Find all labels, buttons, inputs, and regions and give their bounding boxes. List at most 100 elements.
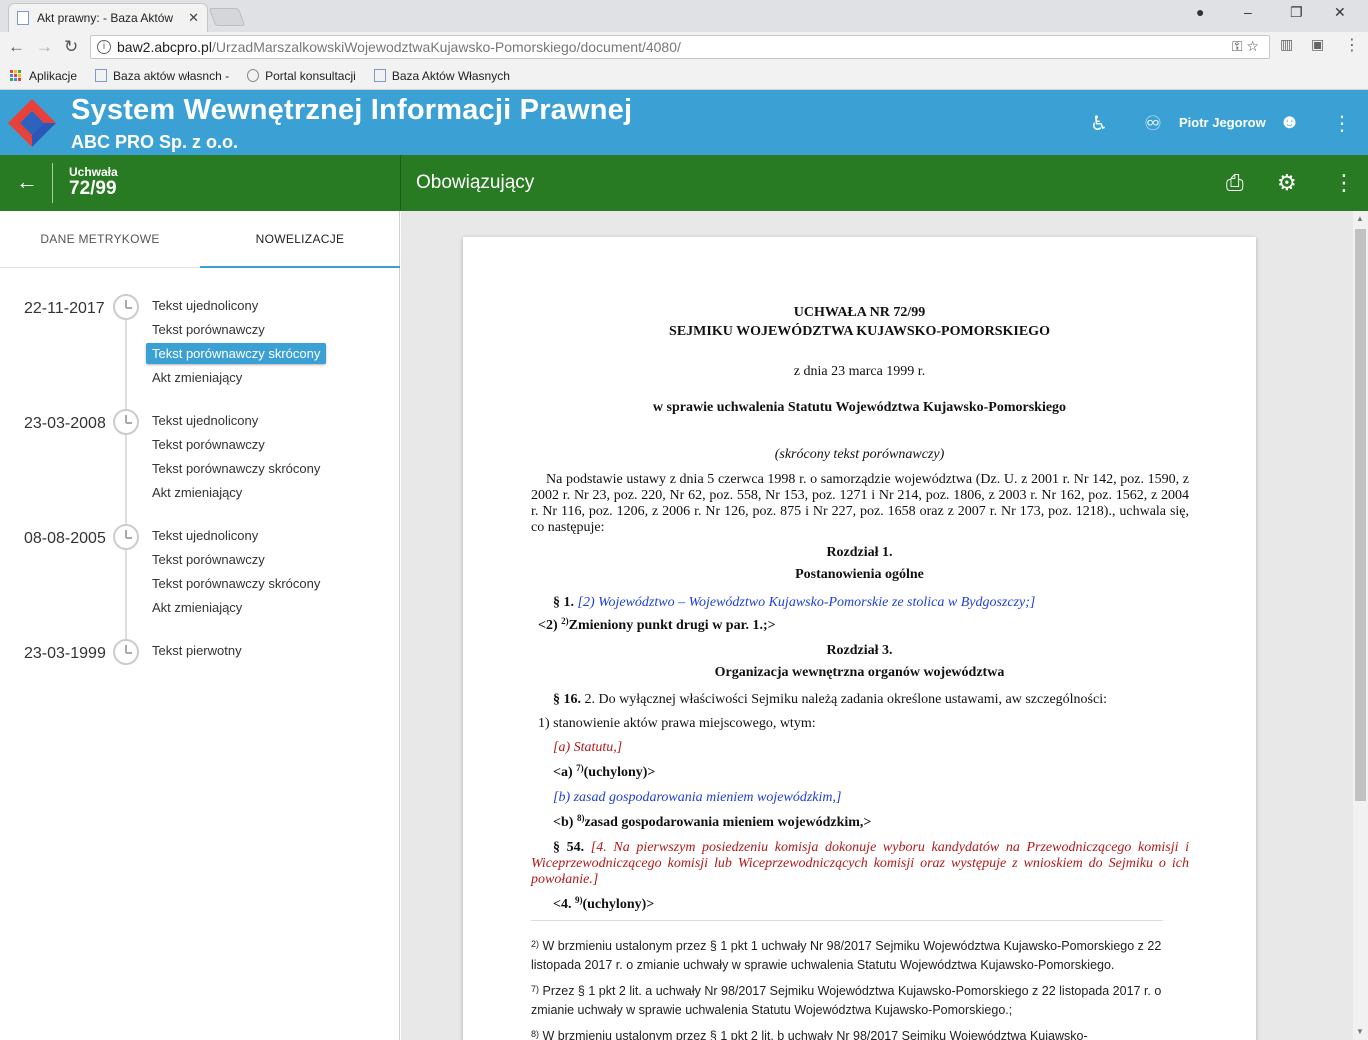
- document-status: Obowiązujący: [416, 172, 535, 193]
- footnote-ref[interactable]: 8): [577, 813, 585, 823]
- document-viewer: UCHWAŁA NR 72/99 SEJMIKU WOJEWÓDZTWA KUJ…: [401, 211, 1353, 1040]
- clock-icon: [113, 639, 139, 665]
- bookmark-baza-aktow-wlasnych[interactable]: Baza Aktów Własnych: [373, 68, 510, 83]
- scrollbar-thumb[interactable]: [1355, 229, 1366, 801]
- paragraph-16-change-b: <b) 8)zasad gospodarowania mieniem wojew…: [553, 813, 871, 831]
- added-text: Zmieniony punkt drugi w par. 1.;>: [568, 618, 776, 633]
- left-panel: DANE METRYKOWE NOWELIZACJE 22-11-2017 Te…: [0, 211, 400, 1040]
- scroll-up-icon[interactable]: ▲: [1356, 214, 1364, 223]
- profile-icon[interactable]: ●: [1196, 4, 1204, 20]
- accessibility-person-icon[interactable]: ♾: [1144, 111, 1162, 136]
- back-arrow-icon[interactable]: ←: [8, 37, 25, 57]
- pdf-extension-icon[interactable]: ▥: [1280, 36, 1293, 53]
- removed-text: [a) Statutu,]: [553, 740, 623, 755]
- footnote-ref[interactable]: 7): [576, 763, 584, 773]
- forward-arrow-icon[interactable]: →: [36, 37, 53, 57]
- clock-icon: [113, 294, 139, 320]
- paragraph-16-change-a: <a) 7)(uchylony)>: [553, 763, 656, 781]
- removed-text: [4. Na pierwszym posiedzeniu komisja dok…: [531, 840, 1190, 887]
- paragraph-54-change: <4. 9)(uchylony)>: [553, 895, 654, 913]
- footnote-text: W brzmieniu ustalonym przez § 1 pkt 2 li…: [539, 1029, 1088, 1040]
- scrollbar[interactable]: ▲ ▼: [1353, 211, 1368, 1040]
- user-name[interactable]: Piotr Jegorow: [1179, 115, 1266, 130]
- browser-tab[interactable]: Akt prawny: - Baza Aktów ✕: [8, 3, 208, 32]
- key-star-icons[interactable]: ⚿ ☆: [1232, 38, 1259, 55]
- bookmark-label: Baza Aktów Własnych: [391, 68, 510, 83]
- close-tab-icon[interactable]: ✕: [188, 10, 199, 26]
- browser-toolbar: ← → ↻ i baw2.abcpro.pl/UrzadMarszalkowsk…: [0, 32, 1368, 62]
- timeline-item[interactable]: Tekst porównawczy: [152, 437, 265, 452]
- close-window-icon[interactable]: ✕: [1334, 4, 1346, 21]
- accessibility-wheelchair-icon[interactable]: ♿: [1090, 111, 1108, 136]
- account-icon[interactable]: ☻: [1279, 111, 1300, 134]
- reload-icon[interactable]: ↻: [64, 37, 78, 57]
- timeline-item[interactable]: Tekst porównawczy skrócony: [152, 576, 320, 591]
- more-vert-icon[interactable]: ⋮: [1332, 111, 1352, 136]
- tab-dane-metrykowe[interactable]: DANE METRYKOWE: [0, 211, 200, 268]
- timeline-date: 22-11-2017: [24, 300, 105, 317]
- change-prefix: <a): [553, 765, 577, 780]
- timeline-item-selected[interactable]: Tekst porównawczy skrócony: [146, 343, 327, 364]
- paragraph-16-point: 1) stanowienie aktów prawa miejscowego, …: [538, 716, 816, 731]
- bookmark-portal-konsultacji[interactable]: Portal konsultacji: [247, 69, 356, 83]
- timeline-line: [125, 307, 127, 653]
- print-icon[interactable]: ⎙: [1226, 170, 1244, 196]
- extension-icon[interactable]: ▣: [1311, 36, 1324, 53]
- browser-tab-title: Akt prawny: - Baza Aktów: [37, 11, 174, 25]
- paragraph-1-change: <2) 2)Zmieniony punkt drugi w par. 1.;>: [538, 616, 776, 634]
- chapter-name: Organizacja wewnętrzna organów województ…: [714, 665, 1005, 680]
- timeline-item[interactable]: Akt zmieniający: [152, 600, 242, 615]
- footnote-ref[interactable]: 9): [575, 895, 583, 905]
- change-prefix: <4.: [553, 897, 575, 912]
- url-host: baw2.abcpro.pl: [117, 39, 212, 55]
- browser-menu-icon[interactable]: ⋮: [1344, 35, 1360, 55]
- added-text: (uchylony)>: [583, 765, 656, 780]
- change-prefix: <2): [538, 618, 562, 633]
- chapter-name: Postanowienia ogólne: [795, 567, 924, 582]
- more-vert-icon[interactable]: ⋮: [1333, 170, 1355, 196]
- bookmark-apps[interactable]: Aplikacje: [10, 69, 77, 83]
- scroll-down-icon[interactable]: ▼: [1356, 1027, 1364, 1036]
- address-bar[interactable]: i baw2.abcpro.pl/UrzadMarszalkowskiWojew…: [90, 35, 1270, 59]
- timeline-item[interactable]: Akt zmieniający: [152, 485, 242, 500]
- bookmark-baza-aktow[interactable]: Baza aktów własnch -: [95, 69, 229, 83]
- settings-gear-icon[interactable]: ⚙: [1277, 170, 1297, 196]
- paragraph-54: § 54. [4. Na pierwszym posiedzeniu komis…: [531, 840, 1189, 888]
- document-type: Uchwała: [69, 165, 118, 179]
- paragraph-label: § 54.: [553, 840, 585, 855]
- timeline-item[interactable]: Tekst porównawczy: [152, 322, 265, 337]
- minimize-icon[interactable]: –: [1244, 4, 1252, 20]
- portal-icon: [247, 69, 260, 82]
- document-date: z dnia 23 marca 1999 r.: [793, 364, 926, 379]
- timeline-item[interactable]: Tekst porównawczy: [152, 552, 265, 567]
- timeline-date: 23-03-1999: [24, 645, 106, 662]
- removed-text: [2) Województwo – Województwo Kujawsko-P…: [577, 595, 1036, 610]
- app-subtitle: ABC PRO Sp. z o.o.: [71, 132, 239, 152]
- timeline-item[interactable]: Tekst pierwotny: [152, 643, 242, 658]
- timeline-item[interactable]: Tekst porównawczy skrócony: [152, 461, 320, 476]
- footnote: 7) Przez § 1 pkt 2 lit. a uchwały Nr 98/…: [531, 982, 1191, 1020]
- timeline-item[interactable]: Akt zmieniający: [152, 370, 242, 385]
- tab-nowelizacje[interactable]: NOWELIZACJE: [200, 211, 400, 268]
- timeline-item[interactable]: Tekst ujednolicony: [152, 298, 258, 313]
- timeline-date: 08-08-2005: [24, 530, 106, 547]
- clock-icon: [113, 409, 139, 435]
- timeline-item[interactable]: Tekst ujednolicony: [152, 413, 258, 428]
- clock-icon: [113, 524, 139, 550]
- timeline-item[interactable]: Tekst ujednolicony: [152, 528, 258, 543]
- paragraph-16: § 16. 2. Do wyłącznej właściwości Sejmik…: [553, 692, 1107, 708]
- change-prefix: <b): [553, 815, 577, 830]
- back-arrow-icon[interactable]: ←: [16, 169, 38, 195]
- document-heading: UCHWAŁA NR 72/99: [793, 305, 926, 320]
- document-heading: SEJMIKU WOJEWÓDZTWA KUJAWSKO-POMORSKIEGO: [669, 324, 1050, 339]
- paragraph-1: § 1. [2) Województwo – Województwo Kujaw…: [553, 595, 1035, 611]
- footnote-ref[interactable]: 2): [561, 616, 569, 626]
- divider: [52, 163, 53, 203]
- footnote-text: Przez § 1 pkt 2 lit. a uchwały Nr 98/201…: [531, 984, 1162, 1017]
- removed-text: [b) zasad gospodarowania mieniem wojewód…: [553, 790, 842, 805]
- new-tab-button[interactable]: [208, 8, 246, 26]
- info-icon[interactable]: i: [97, 40, 111, 54]
- chapter-title: Rozdział 3.: [826, 643, 893, 658]
- footnote-number: 7): [531, 984, 540, 994]
- restore-icon[interactable]: ❐: [1290, 4, 1303, 21]
